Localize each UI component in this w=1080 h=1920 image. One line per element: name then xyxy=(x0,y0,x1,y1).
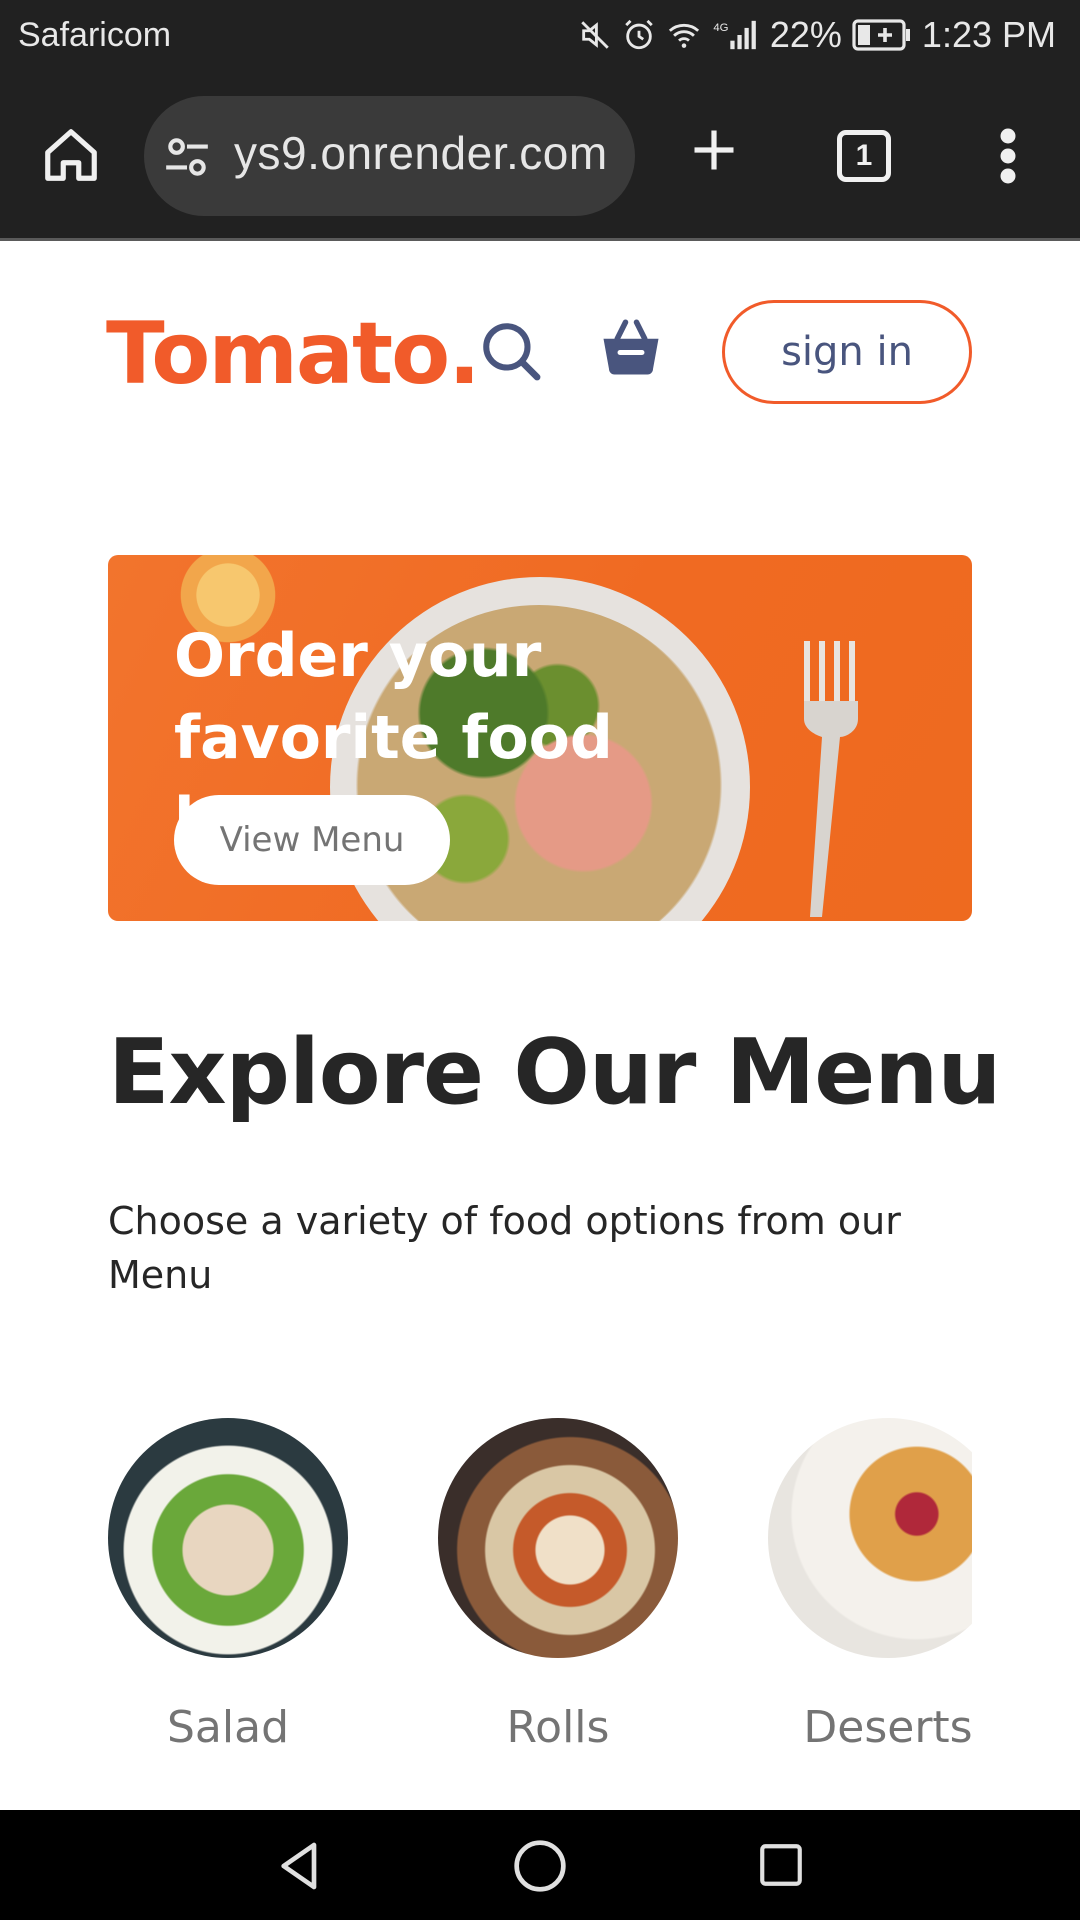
home-icon[interactable] xyxy=(40,124,102,186)
category-item-salad[interactable]: Salad xyxy=(108,1418,348,1753)
battery-charging-icon xyxy=(852,19,910,51)
salad-image[interactable] xyxy=(108,1418,348,1658)
site-logo[interactable]: Tomato. xyxy=(106,304,481,404)
status-bar: Safaricom 4G 22% 1:23 PM xyxy=(0,0,1080,72)
view-menu-button[interactable]: View Menu xyxy=(174,795,450,885)
status-icons: 4G 22% 1:23 PM xyxy=(578,14,1056,56)
category-label: Rolls xyxy=(506,1702,610,1753)
category-item-rolls[interactable]: Rolls xyxy=(438,1418,678,1753)
hero-banner: Order your favorite food here View Menu xyxy=(108,555,972,921)
new-tab-icon[interactable] xyxy=(688,124,740,176)
mute-icon xyxy=(581,21,609,49)
carrier-name: Safaricom xyxy=(18,16,172,54)
more-menu-icon[interactable] xyxy=(996,126,1020,186)
explore-menu-description: Choose a variety of food options from ou… xyxy=(108,1199,901,1297)
home-circle-icon[interactable] xyxy=(512,1838,568,1894)
basket-icon[interactable] xyxy=(598,314,664,380)
site-settings-icon[interactable] xyxy=(162,132,212,182)
sign-in-button[interactable]: sign in xyxy=(722,300,972,404)
clock: 1:23 PM xyxy=(921,14,1056,55)
fork-image xyxy=(804,641,858,917)
url-text[interactable]: ys9.onrender.com xyxy=(234,126,608,180)
category-label: Deserts xyxy=(803,1702,972,1753)
site-navbar: Tomato. sign in xyxy=(0,244,1080,464)
search-icon[interactable] xyxy=(478,316,544,386)
wifi-icon xyxy=(668,23,699,48)
back-icon[interactable] xyxy=(272,1838,328,1894)
menu-categories-list: Salad Rolls Deserts xyxy=(108,1418,972,1768)
rolls-image[interactable] xyxy=(438,1418,678,1658)
recents-icon[interactable] xyxy=(756,1840,806,1890)
alarm-icon xyxy=(625,19,653,50)
explore-menu-title: Explore Our Menu xyxy=(108,1020,1001,1125)
battery-percent: 22% xyxy=(769,14,842,55)
signal-icon: 4G xyxy=(713,20,756,50)
network-label: 4G xyxy=(713,22,728,34)
browser-toolbar: ys9.onrender.com 1 xyxy=(0,72,1080,241)
system-navigation-bar xyxy=(0,1810,1080,1920)
category-label: Salad xyxy=(166,1702,289,1753)
tab-switcher-button[interactable]: 1 xyxy=(837,130,891,182)
deserts-image[interactable] xyxy=(768,1418,972,1658)
category-item-deserts[interactable]: Deserts xyxy=(768,1418,972,1753)
address-bar[interactable]: ys9.onrender.com xyxy=(144,96,635,216)
